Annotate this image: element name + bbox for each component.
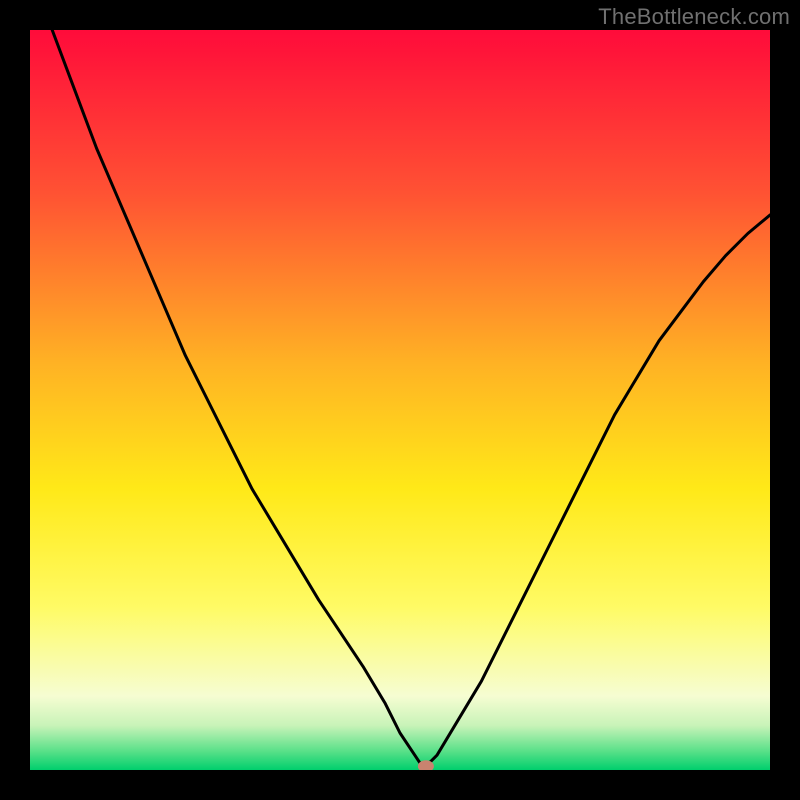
watermark-text: TheBottleneck.com — [598, 4, 790, 30]
chart-frame: TheBottleneck.com — [0, 0, 800, 800]
gradient-background — [30, 30, 770, 770]
chart-plot — [30, 30, 770, 770]
